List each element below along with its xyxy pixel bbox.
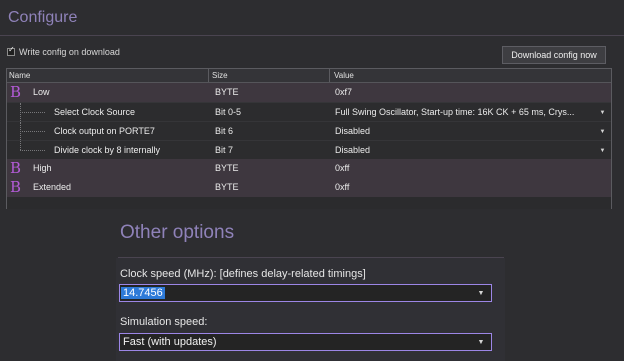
fuse-row-low[interactable]: B Low BYTE 0xf7 xyxy=(7,83,611,102)
chevron-down-icon[interactable]: ▼ xyxy=(597,124,608,139)
fuse-setting-value[interactable]: Disabled xyxy=(335,126,595,136)
fuse-size: Bit 0-5 xyxy=(215,107,242,117)
download-config-button[interactable]: Download config now xyxy=(502,46,606,64)
fuse-setting-name: Divide clock by 8 internally xyxy=(54,145,161,155)
simulation-speed-label: Simulation speed: xyxy=(120,316,208,328)
fuse-size: Bit 7 xyxy=(215,145,234,155)
column-header-value[interactable]: Value xyxy=(334,71,354,80)
chevron-down-icon[interactable]: ▼ xyxy=(476,287,486,299)
write-config-checkbox[interactable] xyxy=(7,45,15,56)
fuse-row-clock-output-porte7[interactable]: Clock output on PORTE7 Bit 6 Disabled ▼ xyxy=(7,121,611,140)
fuse-row-select-clock-source[interactable]: Select Clock Source Bit 0-5 Full Swing O… xyxy=(7,102,611,121)
fuse-name: Extended xyxy=(33,182,72,192)
simulation-speed-dropdown[interactable]: Fast (with updates) ▼ xyxy=(119,333,492,351)
write-config-option[interactable]: Write config on download xyxy=(7,45,120,57)
chevron-down-icon[interactable]: ▼ xyxy=(597,143,608,158)
fuse-row-high[interactable]: B High BYTE 0xff xyxy=(7,159,611,178)
clock-speed-combobox[interactable]: 14.7456 ▼ xyxy=(119,284,492,302)
fuse-row-extended[interactable]: B Extended BYTE 0xff xyxy=(7,178,611,197)
fuse-setting-value[interactable]: Disabled xyxy=(335,145,595,155)
tree-line xyxy=(20,112,45,113)
other-options-title: Other options xyxy=(120,222,235,243)
fuse-value: 0xf7 xyxy=(335,87,353,97)
fuse-size: BYTE xyxy=(215,87,239,97)
fuse-table: Name Size Value B Low BYTE 0xf7 Select C… xyxy=(6,68,612,209)
clock-speed-value[interactable]: 14.7456 xyxy=(121,287,165,299)
fuse-size: Bit 6 xyxy=(215,126,234,136)
tree-line xyxy=(20,141,21,150)
configure-title: Configure xyxy=(8,9,78,26)
column-header-name[interactable]: Name xyxy=(9,71,30,80)
clock-speed-label: Clock speed (MHz): [defines delay-relate… xyxy=(120,268,366,280)
fuse-byte-icon: B xyxy=(10,83,22,101)
fuse-setting-value[interactable]: Full Swing Oscillator, Start-up time: 16… xyxy=(335,107,595,117)
tree-line xyxy=(20,131,45,132)
chevron-down-icon[interactable]: ▼ xyxy=(597,105,608,120)
fuse-byte-icon: B xyxy=(10,159,22,177)
table-empty-space xyxy=(7,197,611,209)
fuse-setting-name: Clock output on PORTE7 xyxy=(54,126,155,136)
chevron-down-icon[interactable]: ▼ xyxy=(476,336,486,348)
column-separator[interactable] xyxy=(208,69,209,82)
write-config-label: Write config on download xyxy=(19,47,120,57)
fuse-byte-icon: B xyxy=(10,178,22,196)
fuse-setting-name: Select Clock Source xyxy=(54,107,136,117)
fuse-size: BYTE xyxy=(215,163,239,173)
fuse-value: 0xff xyxy=(335,182,350,192)
fuse-name: High xyxy=(33,163,52,173)
simulation-speed-value: Fast (with updates) xyxy=(123,336,217,348)
column-separator[interactable] xyxy=(329,69,330,82)
fuse-name: Low xyxy=(33,87,50,97)
section-divider xyxy=(0,35,624,36)
fuse-row-divide-clock-by-8[interactable]: Divide clock by 8 internally Bit 7 Disab… xyxy=(7,140,611,159)
fuse-table-header: Name Size Value xyxy=(7,69,611,83)
fuse-size: BYTE xyxy=(215,182,239,192)
fuse-value: 0xff xyxy=(335,163,350,173)
tree-line xyxy=(20,150,45,151)
column-header-size[interactable]: Size xyxy=(212,71,228,80)
